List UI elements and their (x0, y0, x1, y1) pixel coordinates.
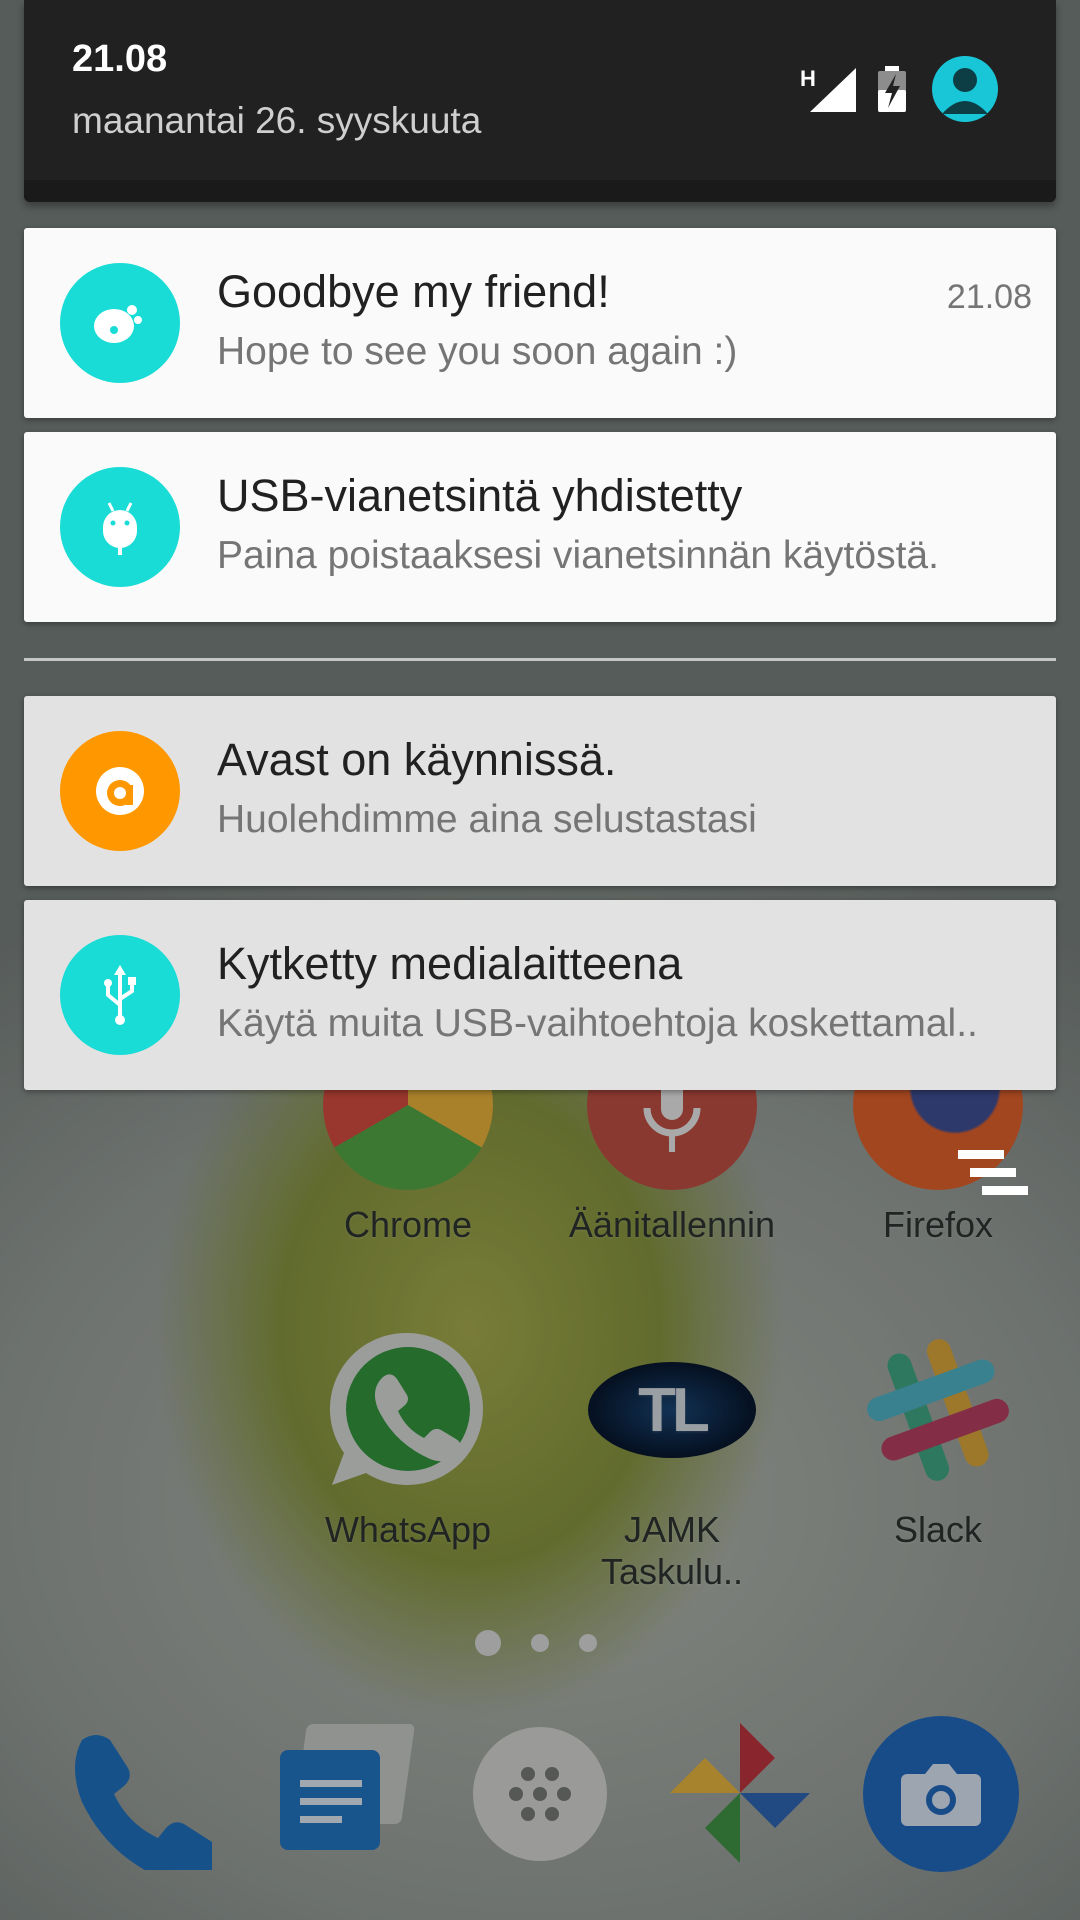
notification-title: Goodbye my friend! (217, 266, 610, 317)
notification-goodbye[interactable]: Goodbye my friend! Hope to see you soon … (24, 228, 1056, 418)
notification-time: 21.08 (946, 278, 1032, 316)
notification-usb-debugging[interactable]: USB-vianetsintä yhdistetty Paina poistaa… (24, 432, 1056, 622)
signal-icon (810, 68, 856, 112)
notification-media-device[interactable]: Kytketty medialaitteena Käytä muita USB-… (24, 900, 1056, 1090)
header-bottom-band (24, 180, 1056, 202)
android-debug-icon (60, 467, 180, 587)
notification-text: Paina poistaaksesi vianetsinnän käytöstä… (217, 534, 939, 577)
header-date[interactable]: maanantai 26. syyskuuta (72, 100, 481, 142)
avast-icon (60, 731, 180, 851)
notification-title: Avast on käynnissä. (217, 734, 617, 785)
notification-title: Kytketty medialaitteena (217, 938, 683, 989)
notification-title: USB-vianetsintä yhdistetty (217, 470, 743, 521)
notification-avast[interactable]: Avast on käynnissä. Huolehdimme aina sel… (24, 696, 1056, 886)
quick-settings-header[interactable]: 21.08 maanantai 26. syyskuuta H (24, 0, 1056, 202)
notification-text: Huolehdimme aina selustastasi (217, 798, 757, 841)
notification-text: Hope to see you soon again :) (217, 330, 738, 373)
header-clock: 21.08 (72, 38, 168, 80)
notification-section-divider (24, 658, 1056, 661)
usb-icon (60, 935, 180, 1055)
user-avatar-icon[interactable] (932, 56, 998, 122)
battery-charging-icon (878, 66, 906, 112)
clear-all-icon[interactable] (958, 1148, 1030, 1204)
app-blob-icon (60, 263, 180, 383)
notification-text: Käytä muita USB-vaihtoehtoja koskettamal… (217, 1002, 978, 1045)
